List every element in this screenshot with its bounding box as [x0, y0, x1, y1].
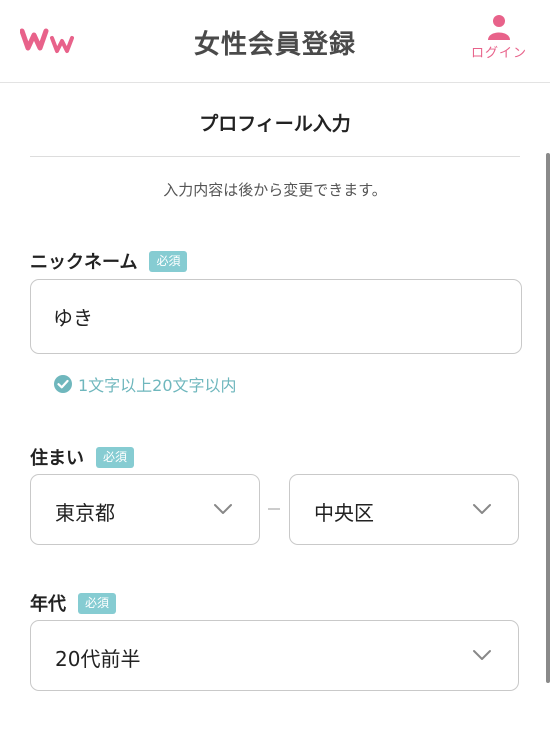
city-select[interactable]: 中央区 — [289, 474, 519, 545]
nickname-validation: 1文字以上20文字以内 — [54, 372, 237, 396]
separator-dash — [268, 508, 280, 510]
user-icon — [488, 15, 510, 40]
age-select[interactable]: 20代前半 — [30, 620, 519, 691]
section-title: プロフィール入力 — [30, 83, 520, 157]
required-badge: 必須 — [149, 250, 188, 272]
login-label: ログイン — [470, 46, 527, 61]
city-value: 中央区 — [314, 501, 374, 525]
chevron-down-icon — [473, 504, 491, 514]
residence-label-row: 住まい 必須 — [30, 444, 135, 470]
residence-label: 住まい — [30, 448, 84, 469]
age-label-row: 年代 必須 — [30, 590, 117, 616]
form-content: プロフィール入力 入力内容は後から変更できます。 — [30, 83, 520, 200]
nickname-label-row: ニックネーム 必須 — [30, 248, 188, 274]
chevron-down-icon — [214, 504, 232, 514]
edit-note: 入力内容は後から変更できます。 — [163, 181, 387, 199]
nickname-label: ニックネーム — [30, 252, 138, 273]
age-label: 年代 — [30, 594, 66, 615]
required-badge: 必須 — [78, 592, 117, 614]
validation-text: 1文字以上20文字以内 — [78, 376, 237, 395]
nickname-input[interactable] — [30, 279, 522, 354]
app-header: 女性会員登録 ログイン — [0, 0, 550, 83]
age-value: 20代前半 — [55, 647, 141, 671]
prefecture-value: 東京都 — [55, 501, 115, 525]
check-circle-icon — [54, 375, 72, 393]
scrollbar[interactable] — [546, 153, 550, 683]
chevron-down-icon — [473, 650, 491, 660]
required-badge: 必須 — [96, 446, 135, 468]
prefecture-select[interactable]: 東京都 — [30, 474, 260, 545]
login-button[interactable]: ログイン — [468, 14, 530, 66]
